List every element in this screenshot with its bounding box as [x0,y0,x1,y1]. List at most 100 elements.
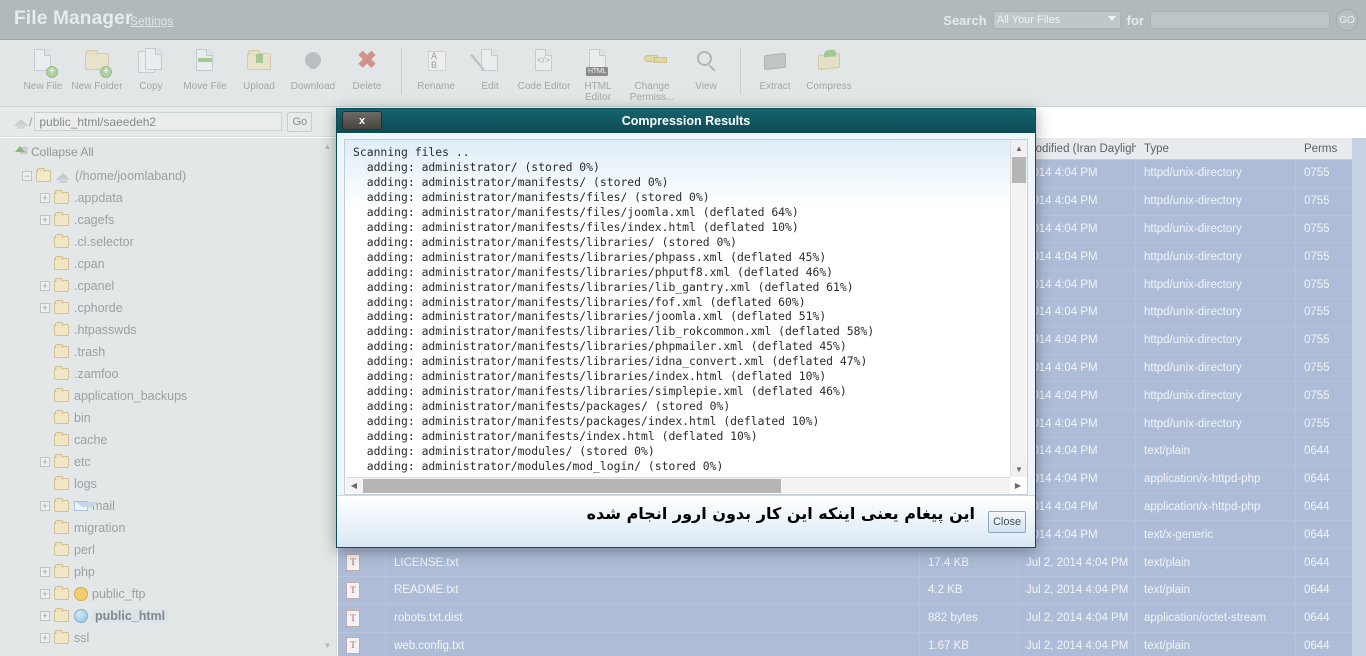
text-icon: T [346,581,360,599]
tree-node-root[interactable]: − (/home/joomlaband) [0,165,336,187]
toolbar-label: Move File [183,81,227,92]
collapse-all-button[interactable]: Collapse All [0,138,336,165]
log-horizontal-scrollbar[interactable]: ◀ ▶ [346,477,1021,494]
table-row[interactable]: Tweb.config.txt 1.67 KB Jul 2, 2014 4:04 P… [338,632,1366,656]
toolbar-label: Compress [806,81,852,92]
toolbar-copy[interactable]: Copy [124,46,178,92]
tree-node-perl[interactable]: perl [0,539,336,561]
file-list-scrollbar[interactable] [1352,138,1366,656]
folder-icon [54,212,69,226]
expand-toggle-icon[interactable]: + [40,215,50,225]
tree-scrollbar[interactable]: ▲ ▼ [321,140,334,652]
toolbar-delete[interactable]: ✖ Delete [340,46,394,93]
tree-node-cphorde[interactable]: + .cphorde [0,297,336,319]
tree-node-bin[interactable]: bin [0,407,336,429]
toolbar-compress[interactable]: Compress [802,46,856,92]
scroll-thumb[interactable] [363,479,781,493]
expand-toggle-icon[interactable]: + [40,193,50,203]
expand-toggle-icon[interactable]: + [40,501,50,511]
tree-node-cpan[interactable]: .cpan [0,253,336,275]
tree-node-label: .appdata [74,191,123,205]
scroll-right-icon[interactable]: ▶ [1010,478,1026,494]
path-go-button[interactable]: Go [287,111,313,132]
toolbar-html-editor[interactable]: HTML HTML Editor [571,46,625,103]
file-name-cell: README.txt [386,576,920,604]
file-modified-cell: Jul 2, 2014 4:04 PM [1018,549,1136,576]
toolbar-upload[interactable]: Upload [232,46,286,92]
home-icon [56,170,70,183]
file-type-cell: application/x-httpd-php [1136,465,1296,493]
toolbar-label: Copy [139,81,163,92]
tree-node-cache[interactable]: cache [0,429,336,451]
expand-toggle-icon[interactable]: + [40,281,50,291]
column-header-type[interactable]: Type [1136,143,1296,155]
toolbar-code-editor[interactable]: </> Code Editor [517,46,571,92]
toolbar-view[interactable]: View [679,46,733,92]
toolbar-change-permissions[interactable]: Change Permiss... [625,46,679,103]
table-row[interactable]: Trobots.txt.dist 882 bytes Jul 2, 2014 4:0… [338,604,1366,633]
expand-toggle-icon[interactable]: + [40,589,50,599]
toolbar-edit[interactable]: Edit [463,46,517,92]
toolbar-move-file[interactable]: Move File [178,46,232,92]
tree-node-public_ftp[interactable]: + public_ftp [0,583,336,605]
file-type-cell: httpd/unix-directory [1136,326,1296,354]
tree-node-cpanel[interactable]: + .cpanel [0,275,336,297]
folder-icon [54,454,69,468]
expand-toggle-icon[interactable]: + [40,633,50,643]
tree-node-appdata[interactable]: + .appdata [0,187,336,209]
scroll-up-icon[interactable]: ▲ [321,140,334,153]
toolbar-new-folder[interactable]: + New Folder [70,46,124,92]
table-row[interactable]: T README.txt 4.2 KB Jul 2, 2014 4:04 PM text… [338,576,1366,605]
ftp-icon [74,587,88,601]
text-icon: T [346,554,360,572]
tree-node-etc[interactable]: + etc [0,451,336,473]
toolbar-rename[interactable]: AB Rename [409,46,463,92]
expand-toggle-icon[interactable]: + [40,611,50,621]
settings-link[interactable]: Settings [130,14,173,28]
collapse-toggle-icon[interactable]: − [22,171,32,181]
app-header: File Manager Settings Search All Your Fi… [0,0,1366,40]
scroll-down-icon[interactable]: ▼ [321,639,334,652]
folder-icon [54,278,69,292]
expand-toggle-icon[interactable]: + [40,567,50,577]
dialog-close-button[interactable]: Close [988,510,1026,533]
expand-toggle-icon[interactable]: + [40,303,50,313]
search-scope-select[interactable]: All Your Files [992,11,1121,29]
toolbar-extract[interactable]: Extract [748,46,802,92]
tree-node-logs[interactable]: logs [0,473,336,495]
tree-node-htpasswds[interactable]: .htpasswds [0,319,336,341]
log-vertical-scrollbar[interactable]: ▲ ▼ [1010,141,1027,477]
download-icon [297,48,329,78]
path-bar: / public_html/saeedeh2 Go [0,107,337,137]
tree-node-cagefs[interactable]: + .cagefs [0,209,336,231]
scroll-down-icon[interactable]: ▼ [1011,462,1027,477]
dialog-close-icon[interactable]: x [342,111,382,130]
file-type-cell: text/plain [1136,437,1296,465]
tree-node-php[interactable]: + php [0,561,336,583]
scroll-up-icon[interactable]: ▲ [1011,141,1027,156]
tree-node-public_html[interactable]: + public_html [0,605,336,627]
path-input[interactable]: public_html/saeedeh2 [34,112,283,131]
toolbar-new-file[interactable]: + New File [16,46,70,92]
scroll-left-icon[interactable]: ◀ [346,478,362,494]
tree-node-zamfoo[interactable]: .zamfoo [0,363,336,385]
tree-node-clselector[interactable]: .cl.selector [0,231,336,253]
tree-node-application_backups[interactable]: application_backups [0,385,336,407]
home-icon [14,116,28,129]
tree-node-ssl[interactable]: + ssl [0,627,336,649]
expand-toggle-icon[interactable]: + [40,457,50,467]
search-go-button[interactable]: GO [1336,9,1358,31]
tree-node-migration[interactable]: migration [0,517,336,539]
search-scope-value: All Your Files [996,14,1061,26]
tree-node-label: perl [74,543,95,557]
scroll-thumb[interactable] [1012,157,1026,183]
tree-node-mail[interactable]: + mail [0,495,336,517]
tree-node-trash[interactable]: .trash [0,341,336,363]
table-row[interactable]: T LICENSE.txt 17.4 KB Jul 2, 2014 4:04 PM te… [338,549,1366,577]
search-input[interactable] [1150,11,1330,29]
html-editor-icon: HTML [582,48,614,78]
toolbar-download[interactable]: Download [286,46,340,92]
